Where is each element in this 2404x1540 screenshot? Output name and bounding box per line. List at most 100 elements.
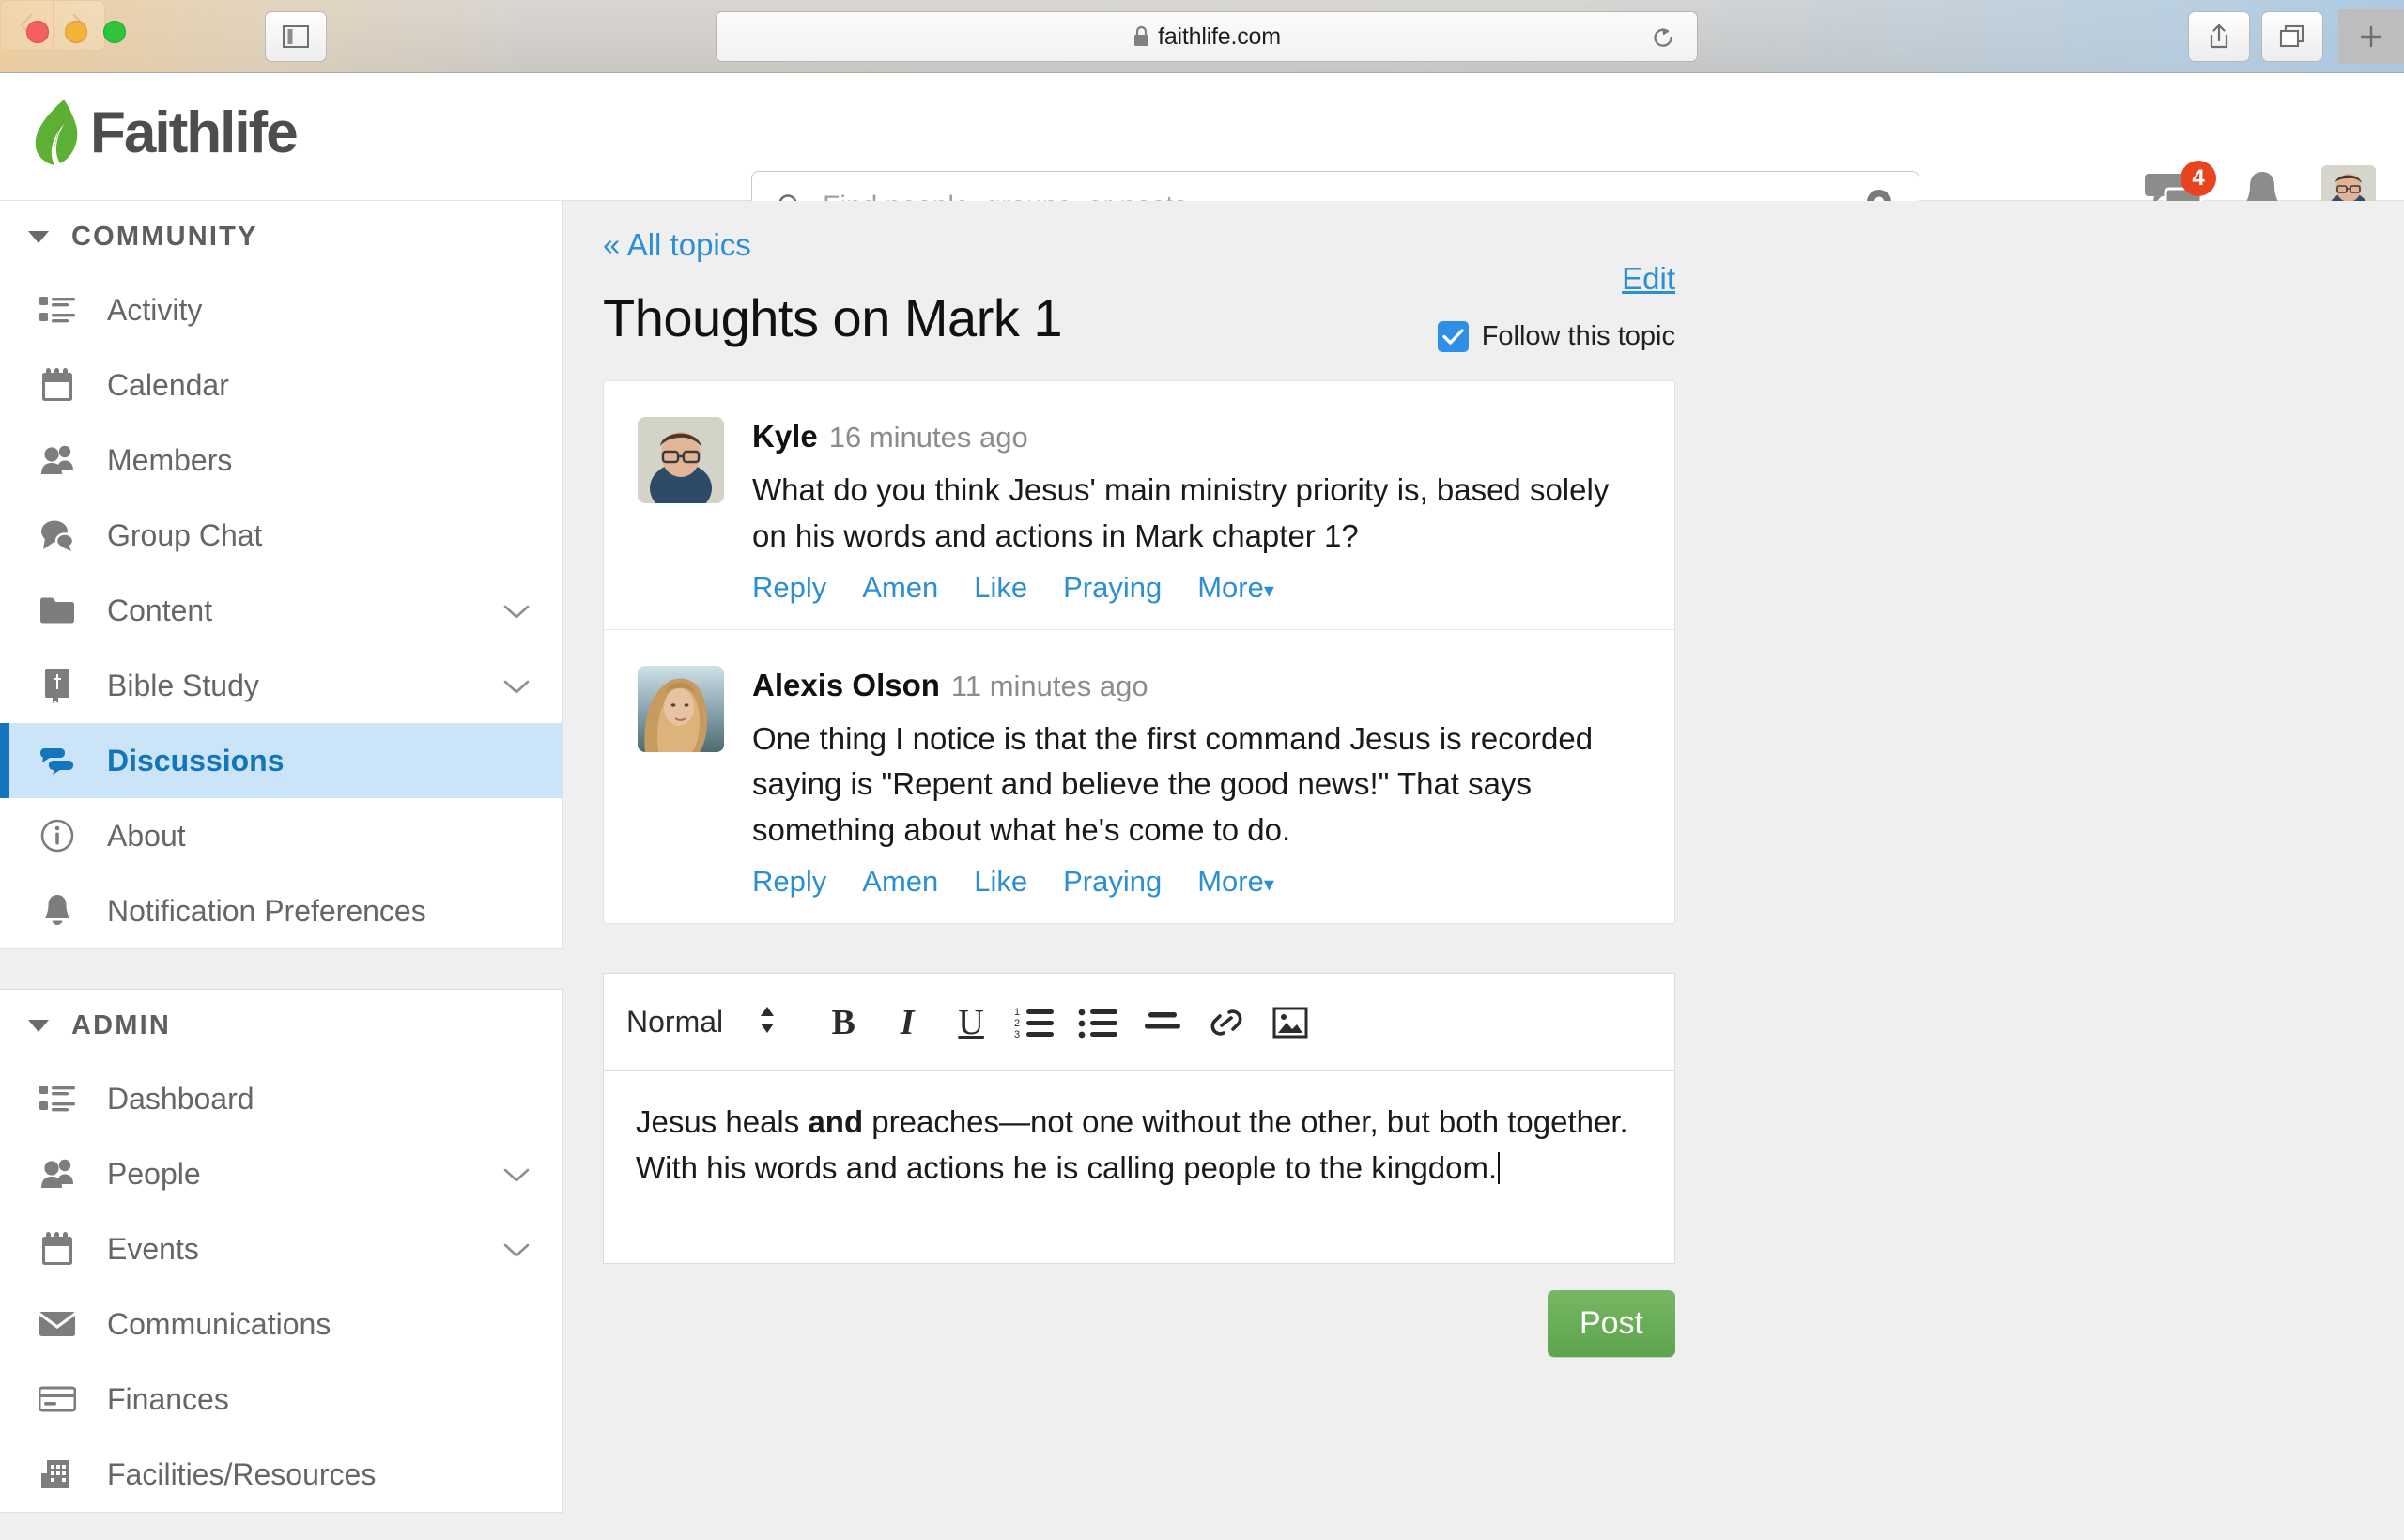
sidebar-item-dashboard[interactable]: Dashboard xyxy=(0,1061,562,1136)
chevron-down-icon[interactable] xyxy=(502,593,531,628)
post-author-avatar[interactable] xyxy=(638,665,724,752)
updown-caret-icon xyxy=(757,1001,778,1043)
post-author-avatar[interactable] xyxy=(638,417,724,503)
sidebar-item-label: Facilities/Resources xyxy=(107,1456,377,1491)
calendar-icon xyxy=(36,367,79,403)
edit-link[interactable]: Edit xyxy=(1622,261,1675,297)
sidebar-item-label: Discussions xyxy=(107,743,285,778)
close-window-button[interactable] xyxy=(26,21,49,43)
sidebar-item-communications[interactable]: Communications xyxy=(0,1286,562,1362)
site-header: Faithlife 4 xyxy=(0,73,2404,242)
ordered-list-button[interactable]: 1 2 3 xyxy=(1003,991,1067,1055)
image-button[interactable] xyxy=(1258,991,1322,1055)
sidebar-section-header-community[interactable]: COMMUNITY xyxy=(0,201,562,272)
caret-down-icon xyxy=(28,1019,49,1032)
align-icon xyxy=(1145,1011,1181,1029)
ordered-list-icon: 1 2 3 xyxy=(1014,1007,1055,1040)
post-author-name[interactable]: Kyle xyxy=(752,419,818,454)
like-link[interactable]: Like xyxy=(974,865,1027,899)
praying-link[interactable]: Praying xyxy=(1063,865,1162,899)
main-content: « All topics Thoughts on Mark 1 Edit Fol… xyxy=(563,201,2404,1540)
share-button[interactable] xyxy=(2188,11,2250,62)
more-label: More xyxy=(1197,570,1264,604)
sidebar-item-label: Calendar xyxy=(107,367,229,402)
follow-topic-control[interactable]: Follow this topic xyxy=(1437,321,1675,352)
post-author-name[interactable]: Alexis Olson xyxy=(752,668,940,702)
amen-link[interactable]: Amen xyxy=(862,865,938,899)
sidebar-item-notification-preferences[interactable]: Notification Preferences xyxy=(0,873,562,948)
amen-link[interactable]: Amen xyxy=(862,571,938,605)
faithlife-logo[interactable]: Faithlife xyxy=(26,96,299,171)
bell-icon xyxy=(36,893,79,929)
new-tab-button[interactable] xyxy=(2338,9,2404,64)
people-icon xyxy=(36,1158,79,1190)
topic-header: Thoughts on Mark 1 Edit Follow this topi… xyxy=(603,261,1675,352)
sidebar-item-about[interactable]: About xyxy=(0,798,562,873)
reload-icon xyxy=(1654,28,1672,47)
post-button[interactable]: Post xyxy=(1547,1290,1675,1358)
sidebar-item-members[interactable]: Members xyxy=(0,423,562,498)
sidebar-item-calendar[interactable]: Calendar xyxy=(0,347,562,423)
sidebar-item-events[interactable]: Events xyxy=(0,1211,562,1286)
minimize-window-button[interactable] xyxy=(65,21,87,43)
sidebar-item-finances[interactable]: Finances xyxy=(0,1362,562,1437)
building-icon xyxy=(36,1458,79,1490)
chevron-down-icon[interactable] xyxy=(502,669,531,703)
format-dropdown[interactable]: Normal xyxy=(626,1001,778,1043)
post-text: What do you think Jesus' main ministry p… xyxy=(752,472,1610,553)
bold-button[interactable]: B xyxy=(811,991,875,1055)
svg-text:1: 1 xyxy=(1014,1007,1020,1018)
checkmark-icon xyxy=(1441,329,1464,345)
sidebar-item-label: About xyxy=(107,818,186,853)
post-body: Alexis Olson 11 minutes ago One thing I … xyxy=(752,666,1641,899)
posts-list: Kyle 16 minutes ago What do you think Je… xyxy=(603,380,1675,925)
svg-text:3: 3 xyxy=(1014,1029,1020,1040)
plus-icon xyxy=(2360,25,2382,48)
like-link[interactable]: Like xyxy=(974,571,1027,605)
reply-link[interactable]: Reply xyxy=(752,571,826,605)
info-icon xyxy=(36,818,79,854)
post-timestamp: 11 minutes ago xyxy=(950,669,1148,702)
sidebar-section-title: COMMUNITY xyxy=(71,221,258,252)
editor-toolbar: Normal B I U 1 2 3 xyxy=(604,974,1674,1072)
chevron-down-icon[interactable] xyxy=(502,1157,531,1192)
sidebar-item-discussions[interactable]: Discussions xyxy=(0,723,562,798)
reload-button[interactable] xyxy=(1650,24,1676,55)
show-tabs-button[interactable] xyxy=(2261,11,2323,62)
post-item: Kyle 16 minutes ago What do you think Je… xyxy=(604,381,1674,629)
italic-button[interactable]: I xyxy=(875,991,939,1055)
sidebar-item-facilities-resources[interactable]: Facilities/Resources xyxy=(0,1437,562,1512)
follow-topic-checkbox[interactable] xyxy=(1437,321,1469,352)
align-button[interactable] xyxy=(1131,991,1194,1055)
post-body: Kyle 16 minutes ago What do you think Je… xyxy=(752,417,1641,605)
sidebar-item-people[interactable]: People xyxy=(0,1136,562,1211)
link-button[interactable] xyxy=(1194,991,1258,1055)
maximize-window-button[interactable] xyxy=(103,21,126,43)
svg-text:2: 2 xyxy=(1014,1018,1020,1029)
editor-textarea[interactable]: Jesus heals and preaches—not one without… xyxy=(604,1071,1674,1263)
praying-link[interactable]: Praying xyxy=(1063,571,1162,605)
sidebar-item-label: Notification Preferences xyxy=(107,893,426,928)
reply-link[interactable]: Reply xyxy=(752,865,826,899)
sidebar-item-bible-study[interactable]: Bible Study xyxy=(0,648,562,723)
bullet-list-button[interactable] xyxy=(1067,991,1131,1055)
more-link[interactable]: More▾ xyxy=(1197,865,1274,899)
sidebar-item-label: Finances xyxy=(107,1381,229,1416)
people-icon xyxy=(36,444,79,476)
sidebar-toggle-button[interactable] xyxy=(265,11,327,62)
card-icon xyxy=(36,1386,79,1412)
sidebar-item-content[interactable]: Content xyxy=(0,573,562,648)
sidebar-item-label: Dashboard xyxy=(107,1081,254,1116)
sidebar-section-header-admin[interactable]: ADMIN xyxy=(0,990,562,1061)
logo-text: Faithlife xyxy=(90,100,299,165)
address-bar[interactable]: faithlife.com xyxy=(716,11,1698,62)
sidebar-toggle-icon xyxy=(283,25,309,48)
underline-button[interactable]: U xyxy=(939,991,1003,1055)
sidebar-item-label: People xyxy=(107,1156,201,1191)
sidebar-item-activity[interactable]: Activity xyxy=(0,272,562,347)
breadcrumb-all-topics[interactable]: « All topics xyxy=(603,227,751,263)
chevron-down-icon[interactable] xyxy=(502,1232,531,1267)
sidebar-item-group-chat[interactable]: Group Chat xyxy=(0,498,562,573)
post-actions: Reply Amen Like Praying More▾ xyxy=(752,571,1641,605)
more-link[interactable]: More▾ xyxy=(1197,571,1274,605)
